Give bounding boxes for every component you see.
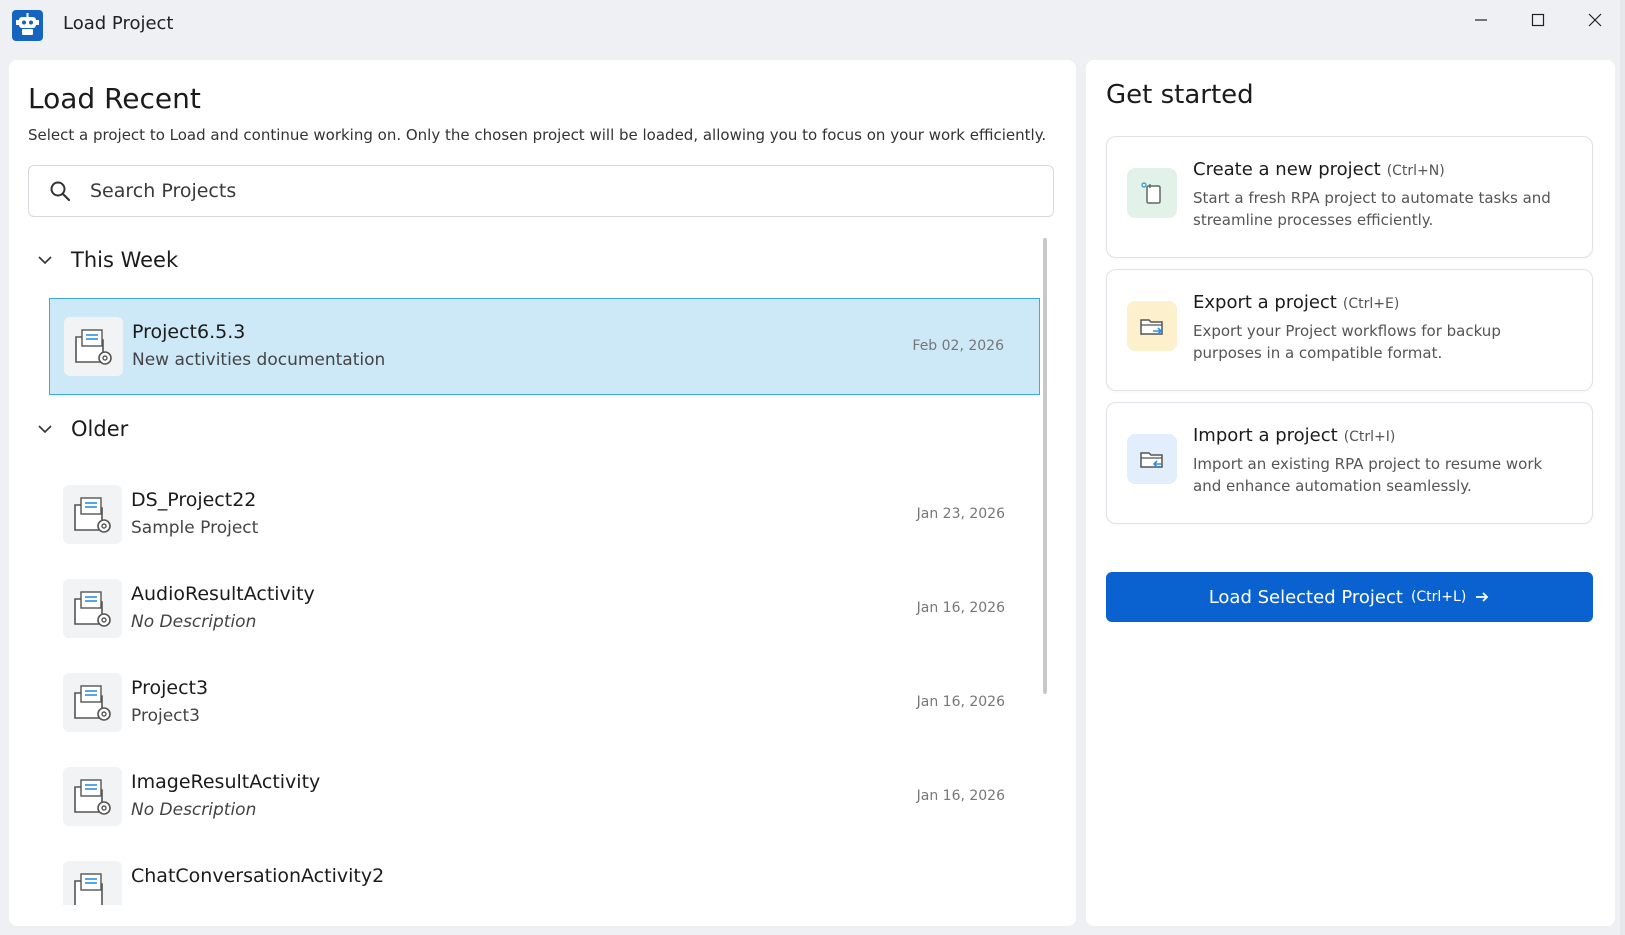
shortcut-label: (Ctrl+I) [1343, 429, 1396, 445]
card-description: Start a fresh RPA project to automate ta… [1193, 189, 1551, 229]
get-started-heading: Get started [1106, 80, 1254, 110]
project-file-icon [63, 579, 122, 638]
card-title: Import a project (Ctrl+I) [1193, 425, 1396, 446]
project-file-icon [63, 767, 122, 826]
group-label: Older [71, 417, 129, 441]
project-date: Jan 23, 2026 [916, 506, 1005, 522]
import-project-card[interactable]: Import a project (Ctrl+I) Import an exist… [1106, 402, 1593, 524]
minimize-button[interactable] [1452, 0, 1510, 40]
load-button-label: Load Selected Project [1208, 586, 1403, 608]
project-description: No Description [131, 612, 257, 632]
import-folder-icon [1127, 434, 1177, 484]
project-name: AudioResultActivity [131, 583, 315, 605]
recent-projects-panel: Load Recent Select a project to Load and… [9, 60, 1076, 926]
chevron-down-icon [38, 425, 52, 434]
card-description: Import an existing RPA project to resume… [1193, 455, 1543, 495]
title-bar: Load Project [0, 0, 1625, 50]
search-icon [50, 181, 71, 202]
window-title: Load Project [63, 13, 174, 34]
project-row[interactable]: AudioResultActivity No Description Jan 1… [49, 561, 1040, 658]
project-row[interactable]: DS_Project22 Sample Project Jan 23, 2026 [49, 467, 1040, 564]
new-project-icon [1127, 168, 1177, 218]
project-list-scrollbar[interactable] [1043, 238, 1047, 694]
project-row[interactable]: Project6.5.3 New activities documentatio… [49, 298, 1040, 395]
project-description: No Description [131, 800, 257, 820]
card-description: Export your Project workflows for backup… [1193, 322, 1501, 362]
project-row[interactable]: Project3 Project3 Jan 16, 2026 [49, 655, 1040, 752]
minimize-icon [1475, 19, 1487, 21]
close-button[interactable] [1566, 0, 1624, 40]
project-name: ChatConversationActivity2 [131, 865, 385, 887]
project-name: ImageResultActivity [131, 771, 321, 793]
project-file-icon [63, 485, 122, 544]
project-date: Jan 16, 2026 [916, 600, 1005, 616]
card-title: Create a new project (Ctrl+N) [1193, 159, 1445, 180]
load-selected-project-button[interactable]: Load Selected Project (Ctrl+L) [1106, 572, 1593, 622]
chevron-down-icon [38, 256, 52, 265]
project-name: Project3 [131, 677, 209, 699]
load-recent-heading: Load Recent [28, 82, 201, 115]
window-edge [1620, 0, 1625, 935]
project-name: Project6.5.3 [132, 321, 246, 343]
load-recent-subtitle: Select a project to Load and continue wo… [28, 126, 1047, 144]
shortcut-label: (Ctrl+N) [1386, 163, 1445, 179]
group-header-this-week[interactable]: This Week [36, 248, 178, 272]
maximize-icon [1531, 13, 1545, 27]
card-title: Export a project (Ctrl+E) [1193, 292, 1400, 313]
maximize-button[interactable] [1509, 0, 1567, 40]
project-row[interactable]: ImageResultActivity No Description Jan 1… [49, 749, 1040, 846]
shortcut-label: (Ctrl+E) [1342, 296, 1400, 312]
close-icon [1588, 13, 1602, 27]
arrow-right-icon [1476, 592, 1489, 602]
search-box[interactable] [28, 165, 1054, 217]
robot-app-icon [12, 10, 43, 41]
group-header-older[interactable]: Older [36, 417, 128, 441]
export-folder-icon [1127, 301, 1177, 351]
project-date: Jan 16, 2026 [916, 788, 1005, 804]
project-file-icon [63, 673, 122, 732]
group-label: This Week [71, 248, 179, 272]
project-date: Jan 16, 2026 [916, 694, 1005, 710]
project-date: Feb 02, 2026 [912, 338, 1004, 354]
get-started-panel: Get started Create a new project (Ctrl+N)… [1086, 60, 1615, 926]
create-project-card[interactable]: Create a new project (Ctrl+N) Start a fre… [1106, 136, 1593, 258]
project-name: DS_Project22 [131, 489, 257, 511]
list-clip [9, 905, 1076, 926]
project-description: Project3 [131, 706, 200, 726]
export-project-card[interactable]: Export a project (Ctrl+E) Export your Pro… [1106, 269, 1593, 391]
project-description: New activities documentation [132, 350, 386, 370]
project-file-icon [64, 317, 123, 376]
project-description: Sample Project [131, 518, 259, 538]
search-input[interactable] [90, 178, 990, 204]
shortcut-label: (Ctrl+L) [1410, 589, 1467, 605]
